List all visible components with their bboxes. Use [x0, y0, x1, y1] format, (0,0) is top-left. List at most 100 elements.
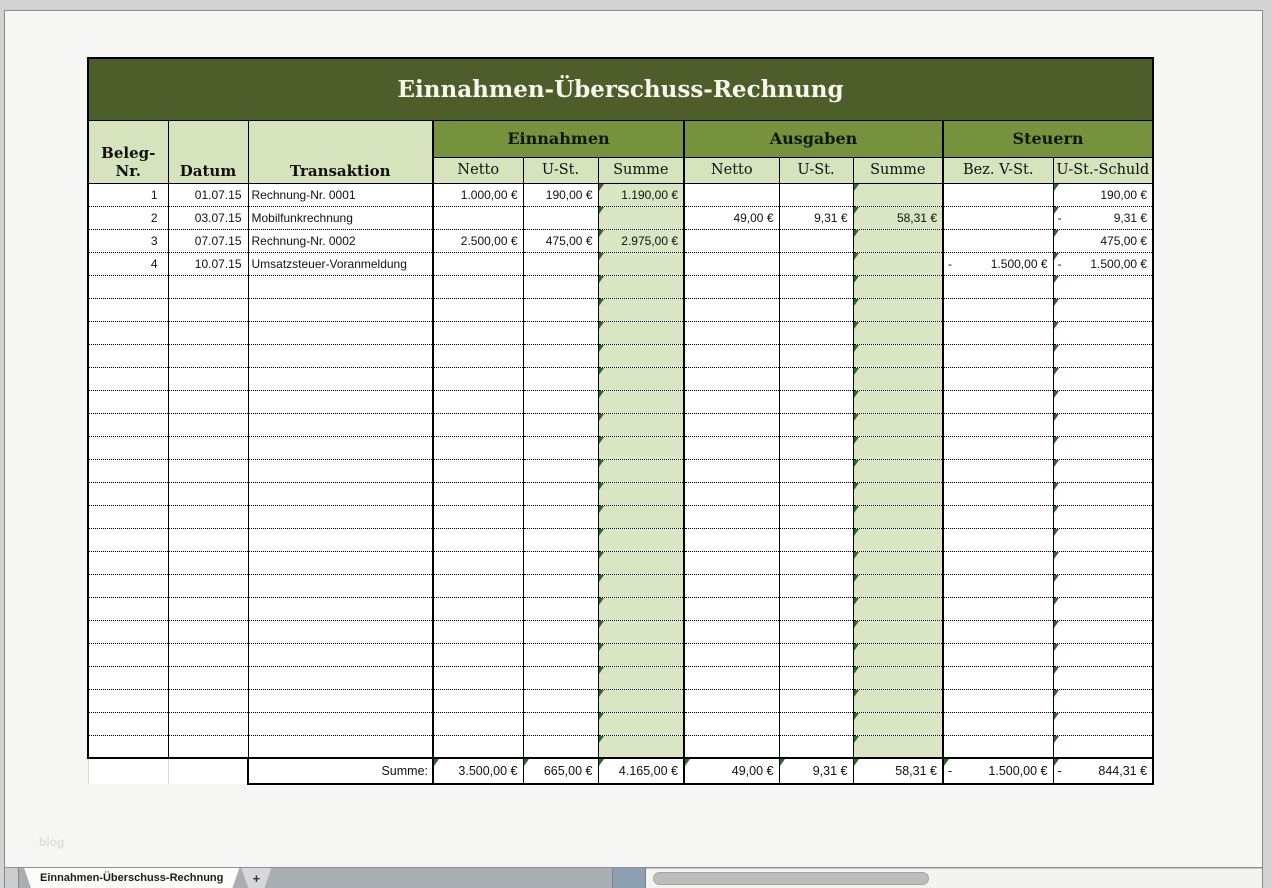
- empty-cell-ust-schuld[interactable]: [1053, 597, 1153, 620]
- empty-cell-einnahmen-summe[interactable]: [598, 482, 684, 505]
- empty-cell-ausgaben-netto[interactable]: [684, 666, 779, 689]
- cell-einnahmen-summe[interactable]: 2.975,00 €: [598, 229, 684, 252]
- empty-cell-ausgaben-ust[interactable]: [779, 735, 853, 758]
- empty-cell-ausgaben-netto[interactable]: [684, 344, 779, 367]
- column-header-einnahmen-summe[interactable]: Summe: [598, 157, 684, 183]
- empty-cell-ausgaben-netto[interactable]: [684, 620, 779, 643]
- empty-cell-einnahmen-summe[interactable]: [598, 436, 684, 459]
- column-header-ust-schuld[interactable]: U-St.-Schuld: [1053, 157, 1153, 183]
- empty-cell-transaktion[interactable]: [248, 551, 433, 574]
- empty-cell-ust-schuld[interactable]: [1053, 505, 1153, 528]
- cell-datum[interactable]: 03.07.15: [168, 206, 248, 229]
- empty-cell-beleg-nr[interactable]: [88, 505, 168, 528]
- empty-cell-ausgaben-netto[interactable]: [684, 574, 779, 597]
- empty-cell-einnahmen-ust[interactable]: [523, 344, 598, 367]
- empty-cell-ausgaben-ust[interactable]: [779, 620, 853, 643]
- cell-ausgaben-ust[interactable]: [779, 229, 853, 252]
- empty-cell-ausgaben-summe[interactable]: [853, 551, 943, 574]
- empty-cell-bez-vst[interactable]: [943, 459, 1053, 482]
- empty-cell-ausgaben-ust[interactable]: [779, 712, 853, 735]
- empty-cell-einnahmen-summe[interactable]: [598, 620, 684, 643]
- empty-cell-transaktion[interactable]: [248, 689, 433, 712]
- empty-cell-transaktion[interactable]: [248, 735, 433, 758]
- empty-cell-einnahmen-ust[interactable]: [523, 735, 598, 758]
- empty-cell-ausgaben-summe[interactable]: [853, 712, 943, 735]
- empty-cell-einnahmen-summe[interactable]: [598, 413, 684, 436]
- empty-cell-bez-vst[interactable]: [943, 620, 1053, 643]
- empty-cell-einnahmen-summe[interactable]: [598, 321, 684, 344]
- empty-cell-einnahmen-ust[interactable]: [523, 482, 598, 505]
- empty-cell-ausgaben-netto[interactable]: [684, 712, 779, 735]
- empty-cell-datum[interactable]: [168, 390, 248, 413]
- cell-ausgaben-ust[interactable]: [779, 252, 853, 275]
- empty-cell-datum[interactable]: [168, 436, 248, 459]
- cell-einnahmen-netto[interactable]: 1.000,00 €: [433, 183, 523, 206]
- empty-cell-einnahmen-netto[interactable]: [433, 620, 523, 643]
- empty-cell-einnahmen-summe[interactable]: [598, 275, 684, 298]
- empty-cell-bez-vst[interactable]: [943, 528, 1053, 551]
- empty-cell-bez-vst[interactable]: [943, 666, 1053, 689]
- empty-cell-beleg-nr[interactable]: [88, 712, 168, 735]
- empty-cell-transaktion[interactable]: [248, 436, 433, 459]
- empty-cell-datum[interactable]: [168, 275, 248, 298]
- empty-cell-einnahmen-netto[interactable]: [433, 689, 523, 712]
- cell-einnahmen-ust[interactable]: [523, 206, 598, 229]
- empty-cell-ust-schuld[interactable]: [1053, 735, 1153, 758]
- empty-cell-einnahmen-ust[interactable]: [523, 436, 598, 459]
- empty-cell-einnahmen-ust[interactable]: [523, 666, 598, 689]
- empty-cell-ust-schuld[interactable]: [1053, 712, 1153, 735]
- empty-cell-ausgaben-ust[interactable]: [779, 528, 853, 551]
- empty-cell-datum[interactable]: [168, 413, 248, 436]
- empty-cell-ausgaben-ust[interactable]: [779, 689, 853, 712]
- sum-ausgaben-netto[interactable]: 49,00 €: [684, 758, 779, 784]
- empty-cell-datum[interactable]: [168, 344, 248, 367]
- empty-cell-bez-vst[interactable]: [943, 597, 1053, 620]
- empty-cell-ausgaben-ust[interactable]: [779, 275, 853, 298]
- empty-cell-ausgaben-ust[interactable]: [779, 574, 853, 597]
- empty-cell-bez-vst[interactable]: [943, 298, 1053, 321]
- cell-ausgaben-netto[interactable]: [684, 252, 779, 275]
- cell-ausgaben-summe[interactable]: 58,31 €: [853, 206, 943, 229]
- empty-cell-einnahmen-netto[interactable]: [433, 597, 523, 620]
- empty-cell-datum[interactable]: [168, 528, 248, 551]
- empty-cell-transaktion[interactable]: [248, 413, 433, 436]
- empty-cell-transaktion[interactable]: [248, 643, 433, 666]
- empty-cell-transaktion[interactable]: [248, 367, 433, 390]
- empty-cell-datum[interactable]: [168, 712, 248, 735]
- cell-ausgaben-summe[interactable]: [853, 252, 943, 275]
- empty-cell-datum[interactable]: [168, 597, 248, 620]
- empty-cell-ausgaben-ust[interactable]: [779, 666, 853, 689]
- empty-cell-ausgaben-summe[interactable]: [853, 689, 943, 712]
- empty-cell-transaktion[interactable]: [248, 666, 433, 689]
- empty-cell-datum[interactable]: [168, 505, 248, 528]
- empty-cell-einnahmen-netto[interactable]: [433, 459, 523, 482]
- empty-cell-transaktion[interactable]: [248, 620, 433, 643]
- cell-ausgaben-ust[interactable]: 9,31 €: [779, 206, 853, 229]
- empty-cell-einnahmen-netto[interactable]: [433, 390, 523, 413]
- empty-cell-bez-vst[interactable]: [943, 712, 1053, 735]
- column-header-bez-vst[interactable]: Bez. V-St.: [943, 157, 1053, 183]
- empty-cell-transaktion[interactable]: [248, 459, 433, 482]
- cell-datum[interactable]: 01.07.15: [168, 183, 248, 206]
- empty-cell-datum[interactable]: [168, 298, 248, 321]
- summary-label[interactable]: Summe:: [248, 758, 433, 784]
- empty-cell-einnahmen-ust[interactable]: [523, 275, 598, 298]
- cell-beleg-nr[interactable]: 2: [88, 206, 168, 229]
- empty-cell-einnahmen-summe[interactable]: [598, 551, 684, 574]
- sum-ust-schuld[interactable]: -844,31 €: [1053, 758, 1153, 784]
- empty-cell-einnahmen-summe[interactable]: [598, 505, 684, 528]
- empty-cell-einnahmen-summe[interactable]: [598, 643, 684, 666]
- empty-cell-beleg-nr[interactable]: [88, 620, 168, 643]
- empty-cell-bez-vst[interactable]: [943, 574, 1053, 597]
- empty-cell-ausgaben-ust[interactable]: [779, 321, 853, 344]
- empty-cell-ausgaben-summe[interactable]: [853, 275, 943, 298]
- column-header-einnahmen-ust[interactable]: U-St.: [523, 157, 598, 183]
- empty-cell-bez-vst[interactable]: [943, 643, 1053, 666]
- empty-cell-ausgaben-netto[interactable]: [684, 367, 779, 390]
- empty-cell-transaktion[interactable]: [248, 528, 433, 551]
- empty-cell-bez-vst[interactable]: [943, 390, 1053, 413]
- empty-cell-beleg-nr[interactable]: [88, 298, 168, 321]
- empty-cell-ausgaben-summe[interactable]: [853, 298, 943, 321]
- empty-cell-datum[interactable]: [168, 574, 248, 597]
- cell-bez-vst[interactable]: -1.500,00 €: [943, 252, 1053, 275]
